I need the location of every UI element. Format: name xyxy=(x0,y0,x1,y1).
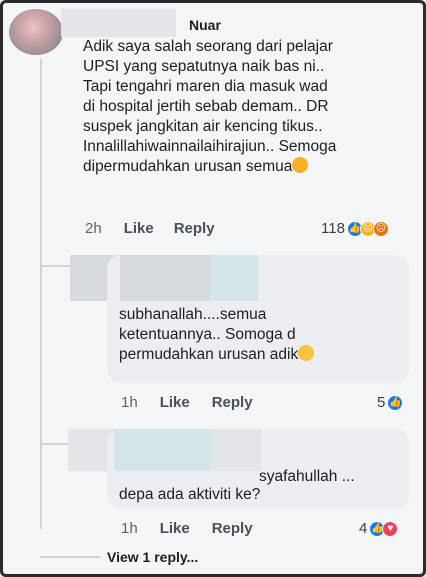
comment-actions: 2h Like Reply xyxy=(85,220,215,237)
thread-branch xyxy=(40,443,70,445)
thread-line xyxy=(40,59,42,529)
thread-branch xyxy=(40,265,70,267)
like-button[interactable]: Like xyxy=(124,220,154,237)
reply-text: depa ada aktiviti ke? xyxy=(119,486,261,503)
like-button[interactable]: Like xyxy=(160,394,190,411)
reply-actions: 1h Like Reply xyxy=(121,394,253,411)
redacted-name xyxy=(120,255,210,301)
reaction-summary[interactable]: 5 👍 xyxy=(377,394,404,411)
redacted-name xyxy=(114,429,211,471)
reaction-count: 118 xyxy=(321,220,345,237)
reply-text: subhanallah....semua ketentuannya.. Somo… xyxy=(119,305,397,365)
like-button[interactable]: Like xyxy=(160,520,190,537)
comment-bubble: Nuar Adik saya salah seorang dari pelaja… xyxy=(71,9,413,209)
reaction-count: 5 xyxy=(377,394,386,411)
view-replies-link[interactable]: View 1 reply... xyxy=(107,549,198,565)
redacted-name xyxy=(211,429,261,471)
comment-thread: Nuar Adik saya salah seorang dari pelaja… xyxy=(0,0,426,577)
reaction-count: 4 xyxy=(359,520,368,537)
comment-time[interactable]: 2h xyxy=(85,220,102,237)
reply-time[interactable]: 1h xyxy=(121,520,138,537)
reply-button[interactable]: Reply xyxy=(174,220,215,237)
like-icon: 👍 xyxy=(387,394,404,411)
praying-hands-emoji-icon xyxy=(298,345,315,361)
reply-inline-text: syafahullah ... xyxy=(259,468,355,485)
comment-text: Adik saya salah seorang dari pelajar UPS… xyxy=(83,37,401,177)
comment-author[interactable]: Nuar xyxy=(83,17,401,33)
reaction-summary[interactable]: 4 👍 ♥ xyxy=(359,520,399,537)
reply-time[interactable]: 1h xyxy=(121,394,138,411)
reply-button[interactable]: Reply xyxy=(212,520,253,537)
redacted-name xyxy=(210,255,258,301)
reply-actions: 1h Like Reply xyxy=(121,520,253,537)
angry-icon: ☹ xyxy=(372,220,389,237)
thread-branch xyxy=(40,556,100,558)
reply-button[interactable]: Reply xyxy=(212,394,253,411)
crying-emoji-icon xyxy=(292,157,309,173)
comment-body: Adik saya salah seorang dari pelajar UPS… xyxy=(83,38,337,175)
reply-body: subhanallah....semua ketentuannya.. Somo… xyxy=(119,306,299,363)
love-icon: ♥ xyxy=(382,520,399,537)
reaction-summary[interactable]: 118 👍 ☹ ☹ xyxy=(321,220,389,237)
avatar[interactable] xyxy=(9,9,63,55)
